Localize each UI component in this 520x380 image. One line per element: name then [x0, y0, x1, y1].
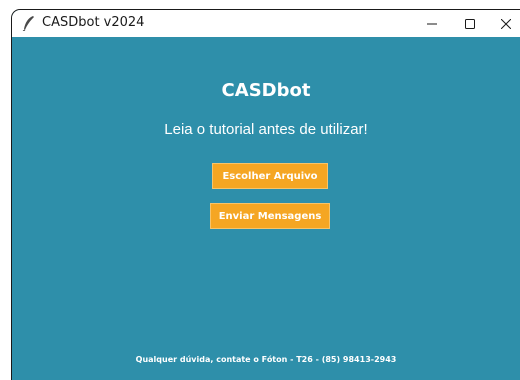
window-title: CASDbot v2024 [42, 15, 145, 30]
choose-file-button[interactable]: Escolher Arquivo [212, 163, 328, 189]
minimize-button[interactable] [412, 10, 452, 37]
app-heading: CASDbot [221, 80, 311, 101]
close-button[interactable] [486, 10, 520, 37]
main-content: CASDbot Leia o tutorial antes de utiliza… [12, 37, 520, 380]
screen: CASDbot v2024 CASDbot Leia o tutorial an… [0, 0, 520, 380]
title-bar[interactable]: CASDbot v2024 [12, 10, 520, 37]
tutorial-notice: Leia o tutorial antes de utilizar! [164, 121, 368, 138]
send-messages-button[interactable]: Enviar Mensagens [210, 203, 330, 229]
contact-footer: Qualquer dúvida, contate o Fóton - T26 -… [135, 355, 397, 364]
minimize-icon [427, 14, 437, 33]
feather-icon [22, 15, 36, 32]
app-window: CASDbot v2024 CASDbot Leia o tutorial an… [12, 10, 520, 380]
maximize-button[interactable] [450, 10, 490, 37]
close-icon [500, 14, 512, 33]
maximize-icon [465, 14, 475, 33]
